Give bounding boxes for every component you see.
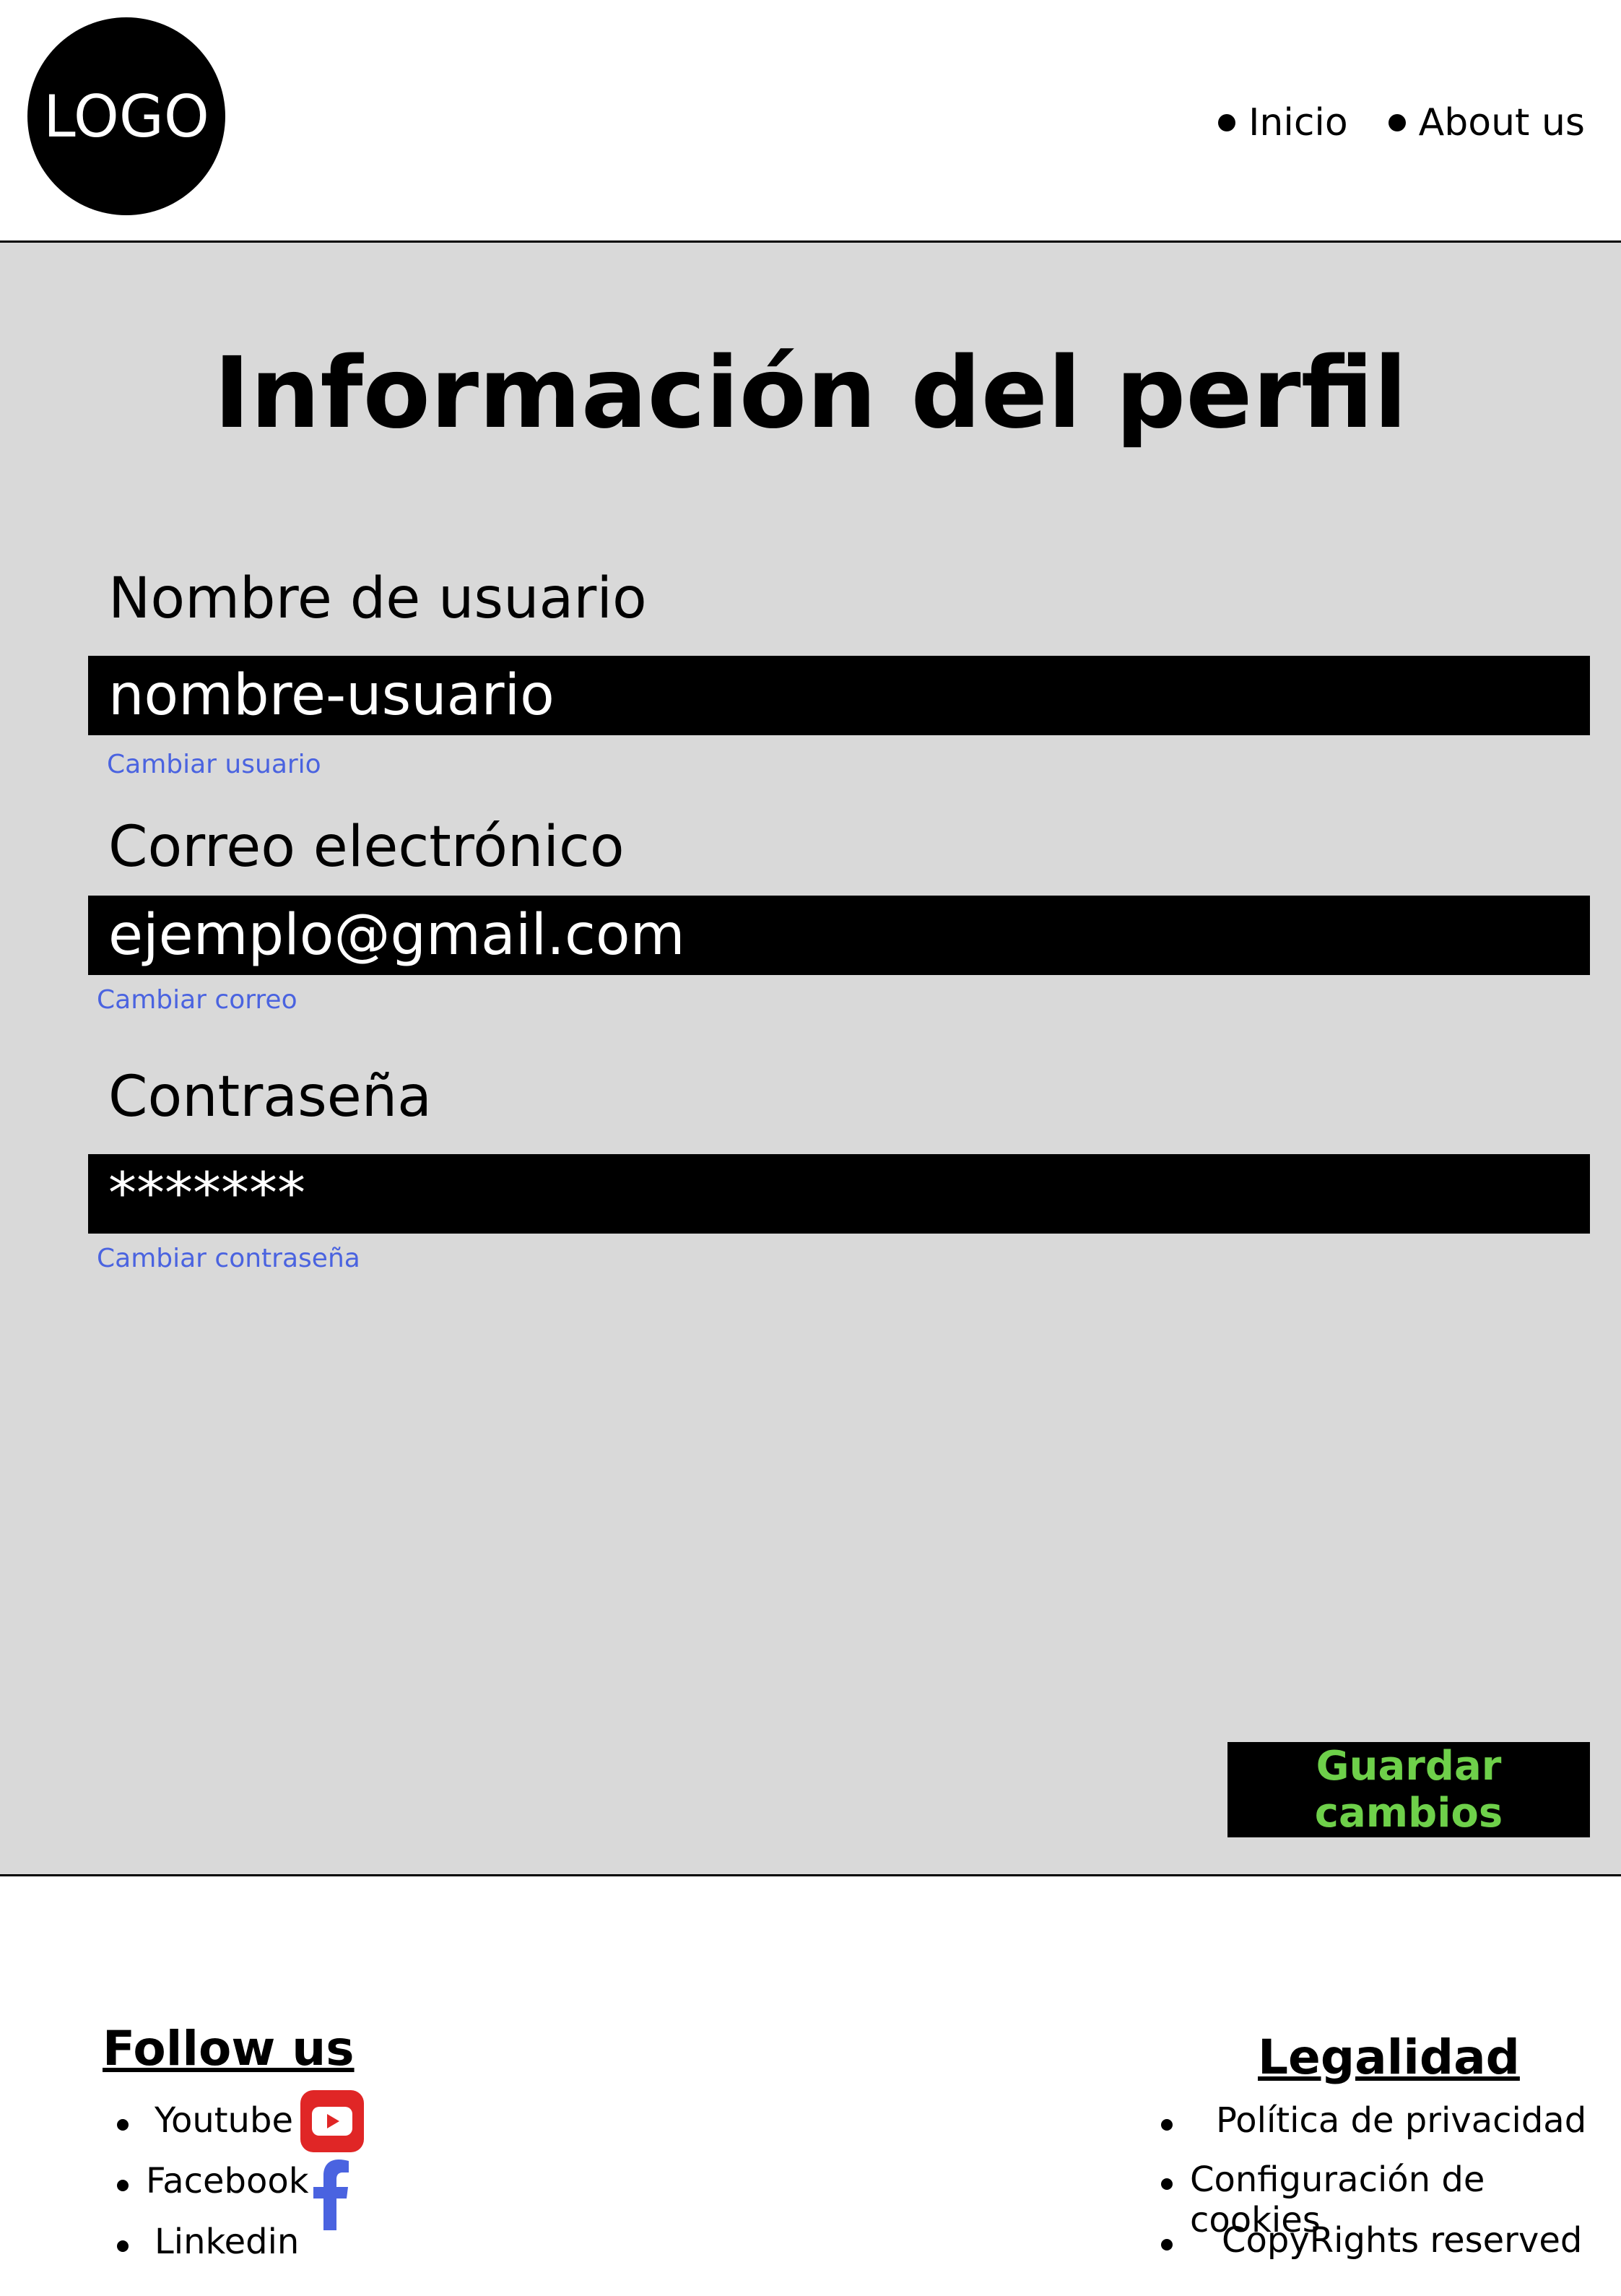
bullet-icon <box>117 2119 129 2131</box>
legalidad-heading: Legalidad <box>1258 2029 1520 2085</box>
facebook-icon[interactable] <box>312 2158 349 2230</box>
youtube-play-glyph <box>312 2107 352 2136</box>
footer-link-youtube[interactable]: Youtube <box>155 2100 293 2141</box>
logo-text: LOGO <box>43 82 209 150</box>
change-username-link[interactable]: Cambiar usuario <box>107 750 321 779</box>
bullet-icon <box>1161 2239 1173 2250</box>
page-title: Información del perfil <box>213 337 1408 451</box>
site-footer: Follow us Youtube Facebook Linkedin Lega… <box>0 1876 1621 2296</box>
bullet-icon <box>1161 2119 1173 2131</box>
footer-link-label: Linkedin <box>155 2222 300 2262</box>
footer-link-copyrights[interactable]: CopyRights reserved <box>1222 2220 1582 2261</box>
footer-link-label: Youtube <box>155 2100 293 2141</box>
email-label: Correo electrónico <box>108 815 625 880</box>
bullet-icon <box>1218 114 1236 131</box>
site-header: LOGO Inicio About us <box>0 0 1621 243</box>
nav-item-inicio[interactable]: Inicio <box>1218 101 1348 144</box>
footer-link-label: Política de privacidad <box>1216 2100 1587 2141</box>
profile-section: Información del perfil Nombre de usuario… <box>0 243 1621 1876</box>
change-email-link[interactable]: Cambiar correo <box>97 985 297 1015</box>
follow-us-heading: Follow us <box>103 2021 355 2076</box>
password-label: Contraseña <box>108 1065 432 1130</box>
footer-link-linkedin[interactable]: Linkedin <box>155 2222 299 2262</box>
change-password-link[interactable]: Cambiar contraseña <box>97 1244 360 1273</box>
nav-item-label: About us <box>1418 101 1585 144</box>
nav-item-label: Inicio <box>1248 101 1348 144</box>
username-field[interactable] <box>88 656 1590 735</box>
email-field[interactable] <box>88 896 1590 975</box>
save-changes-button[interactable]: Guardar cambios <box>1227 1742 1590 1837</box>
main-nav: Inicio About us <box>1218 101 1585 144</box>
youtube-icon[interactable] <box>300 2090 364 2152</box>
footer-link-facebook[interactable]: Facebook <box>146 2161 309 2201</box>
bullet-icon <box>117 2180 129 2191</box>
bullet-icon <box>117 2240 129 2252</box>
bullet-icon <box>1161 2178 1173 2190</box>
footer-link-label: Facebook <box>146 2161 309 2201</box>
footer-link-label: CopyRights reserved <box>1222 2220 1583 2261</box>
footer-link-privacy-policy[interactable]: Política de privacidad <box>1216 2100 1586 2141</box>
nav-item-about-us[interactable]: About us <box>1388 101 1585 144</box>
username-label: Nombre de usuario <box>108 566 647 631</box>
bullet-icon <box>1388 114 1406 131</box>
password-field[interactable] <box>88 1154 1590 1234</box>
logo[interactable]: LOGO <box>27 17 225 215</box>
